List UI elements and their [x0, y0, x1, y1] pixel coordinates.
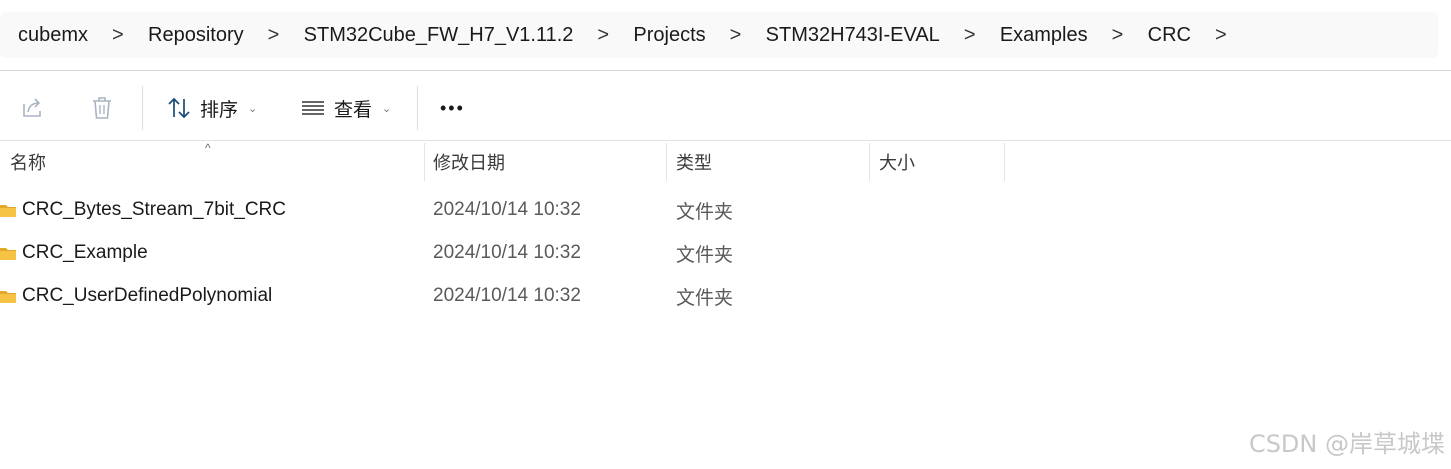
breadcrumb: cubemx > Repository > STM32Cube_FW_H7_V1…	[0, 12, 1438, 58]
chevron-down-icon: ⌄	[382, 102, 392, 115]
breadcrumb-separator[interactable]: >	[1088, 24, 1126, 47]
column-separator[interactable]	[666, 143, 667, 181]
breadcrumb-item-repository[interactable]: Repository	[126, 24, 244, 47]
breadcrumb-item-projects[interactable]: Projects	[611, 24, 705, 47]
more-options-button[interactable]: •••	[440, 94, 465, 122]
file-name: CRC_Bytes_Stream_7bit_CRC	[22, 199, 286, 220]
file-type: 文件夹	[676, 287, 734, 309]
watermark: CSDN @岸草城堞	[1248, 430, 1445, 458]
column-header-name[interactable]: 名称	[10, 142, 46, 182]
file-modified: 2024/10/14 10:32	[433, 242, 581, 263]
sort-button[interactable]: 排序 ⌄	[166, 94, 257, 122]
toolbar-separator	[417, 86, 418, 130]
breadcrumb-separator[interactable]: >	[706, 24, 744, 47]
sort-ascending-indicator: ^	[205, 141, 211, 155]
command-bar: 排序 ⌄ 查看 ⌄ •••	[0, 84, 1451, 132]
breadcrumb-separator[interactable]: >	[573, 24, 611, 47]
folder-icon	[0, 291, 16, 303]
chevron-down-icon: ⌄	[248, 102, 258, 115]
file-row[interactable]: CRC_UserDefinedPolynomial 2024/10/14 10:…	[0, 276, 1010, 316]
file-type: 文件夹	[676, 201, 734, 223]
sort-icon	[168, 97, 190, 119]
column-separator[interactable]	[1004, 143, 1005, 181]
breadcrumb-separator[interactable]: >	[244, 24, 282, 47]
file-row[interactable]: CRC_Bytes_Stream_7bit_CRC 2024/10/14 10:…	[0, 190, 1010, 230]
column-separator[interactable]	[869, 143, 870, 181]
file-modified: 2024/10/14 10:32	[433, 285, 581, 306]
share-icon[interactable]	[18, 94, 46, 122]
breadcrumb-item-crc[interactable]: CRC	[1126, 24, 1191, 47]
trash-icon[interactable]	[88, 94, 116, 122]
more-icon: •••	[440, 97, 465, 118]
sort-label: 排序	[200, 99, 239, 121]
breadcrumb-item-examples[interactable]: Examples	[978, 24, 1088, 47]
toolbar-separator	[142, 86, 143, 130]
column-separator[interactable]	[424, 143, 425, 181]
file-name: CRC_UserDefinedPolynomial	[22, 285, 273, 306]
file-modified: 2024/10/14 10:32	[433, 199, 581, 220]
column-header-modified[interactable]: 修改日期	[433, 142, 505, 182]
breadcrumb-separator[interactable]: >	[940, 24, 978, 47]
column-header-size[interactable]: 大小	[879, 142, 915, 182]
toolbar-divider	[0, 140, 1451, 141]
view-list-icon	[302, 101, 324, 115]
breadcrumb-item-stm32h743i-eval[interactable]: STM32H743I-EVAL	[744, 24, 940, 47]
address-divider	[0, 70, 1451, 71]
breadcrumb-item-cubemx[interactable]: cubemx	[0, 24, 88, 47]
breadcrumb-item-stm32cube-fw[interactable]: STM32Cube_FW_H7_V1.11.2	[282, 24, 574, 47]
view-label: 查看	[334, 99, 373, 121]
file-row[interactable]: CRC_Example 2024/10/14 10:32 文件夹	[0, 233, 1010, 273]
breadcrumb-separator[interactable]: >	[1191, 24, 1229, 47]
folder-icon	[0, 205, 16, 217]
folder-icon	[0, 248, 16, 260]
file-type: 文件夹	[676, 244, 734, 266]
file-name: CRC_Example	[22, 242, 148, 263]
breadcrumb-separator[interactable]: >	[88, 24, 126, 47]
column-header-type[interactable]: 类型	[676, 142, 712, 182]
view-button[interactable]: 查看 ⌄	[300, 94, 391, 122]
